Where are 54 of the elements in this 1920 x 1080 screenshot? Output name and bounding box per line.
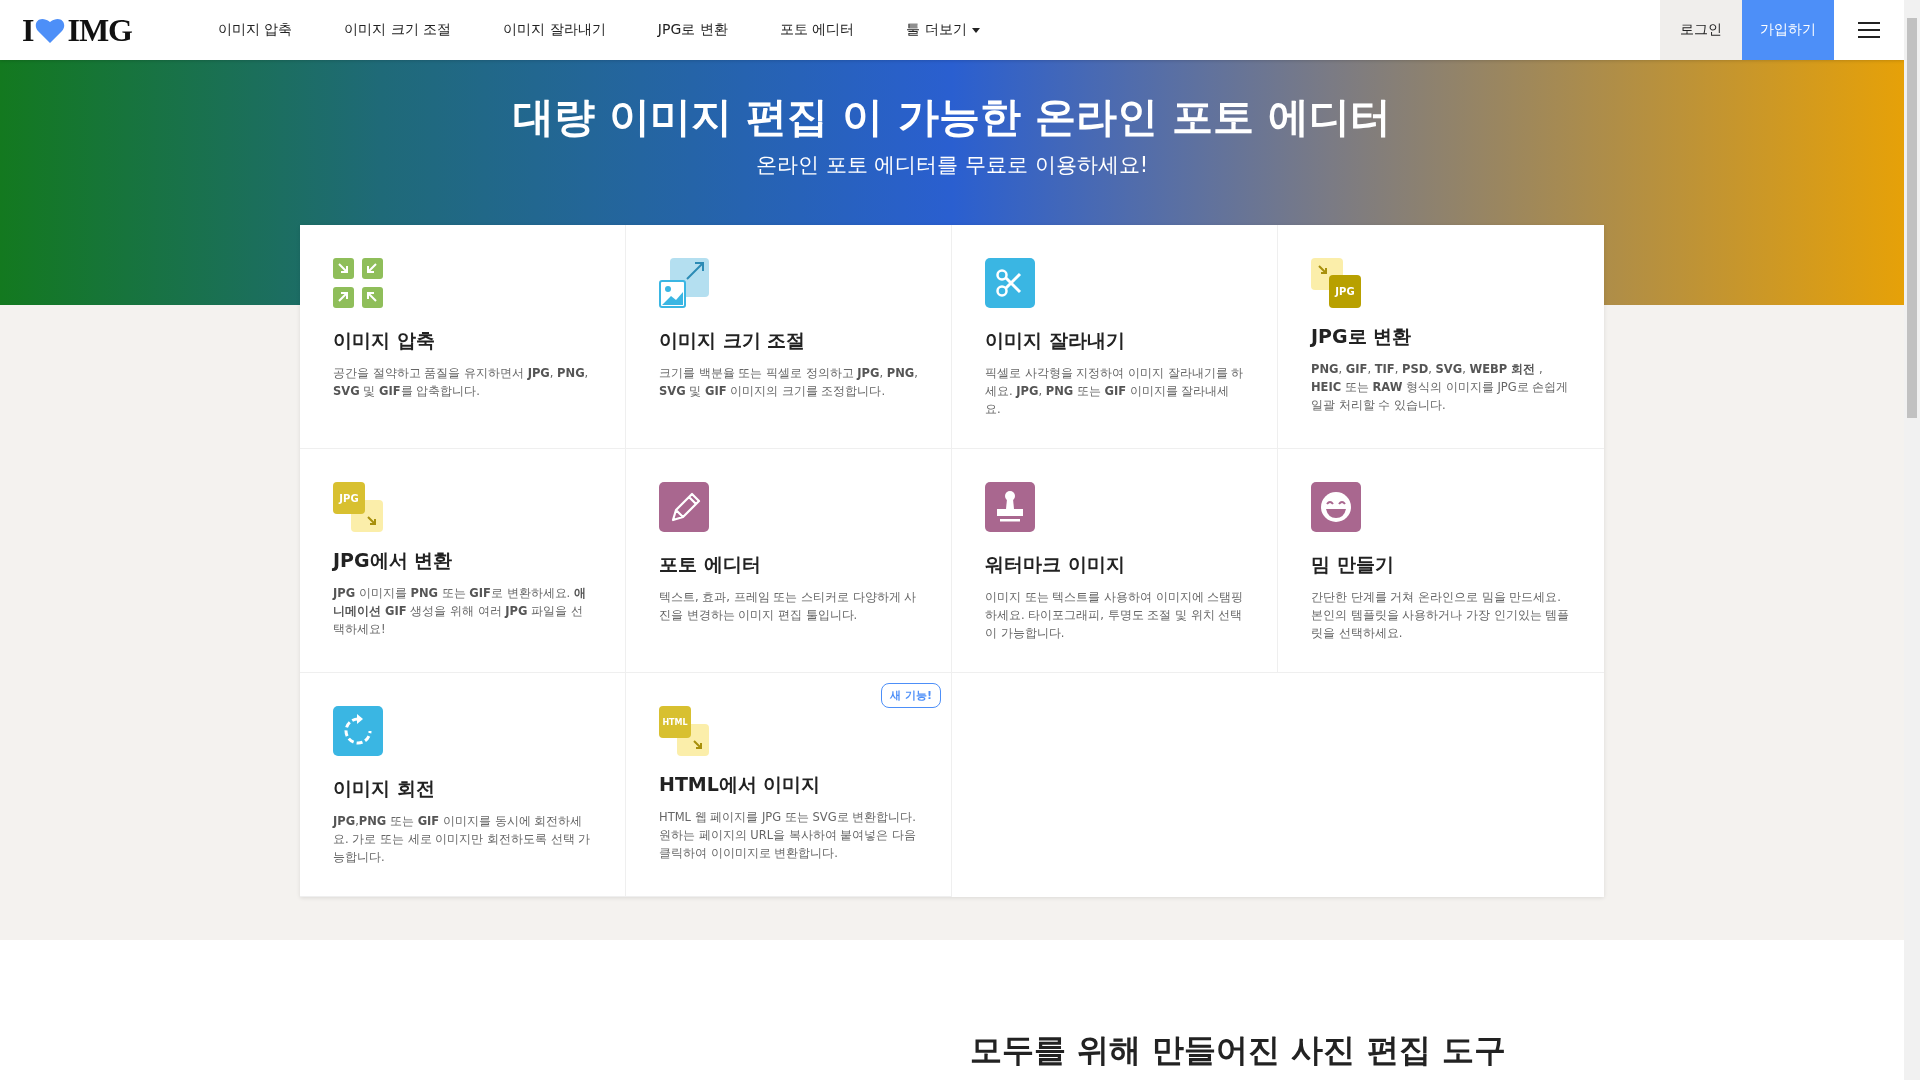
tool-description: 간단한 단계를 거쳐 온라인으로 밈을 만드세요. 본인의 템플릿을 사용하거나 가장 인기있는 템플릿을 선택하세요. xyxy=(1311,589,1571,642)
laughing-face-icon xyxy=(1311,482,1361,532)
section-heading: 모두를 위해 만들어진 사진 편집 도구 xyxy=(969,1032,1506,1071)
new-badge: 새 기능! xyxy=(881,683,941,708)
tool-description: 이미지 또는 텍스트를 사용하여 이미지에 스탬핑하세요. 타이포그래피, 투명도 조절 및 위치 선택이 가능합니다. xyxy=(985,589,1245,642)
stamp-icon xyxy=(985,482,1035,532)
tool-card[interactable]: 이미지 잘라내기 픽셀로 사각형을 지정하여 이미지 잘라내기를 하세요. JPG, PNG 또는 GIF 이미지를 잘라내세요. xyxy=(952,225,1278,449)
tool-card[interactable]: 밈 만들기 간단한 단계를 거쳐 온라인으로 밈을 만드세요. 본인의 템플릿을 사용하거나 가장 인기있는 템플릿을 선택하세요. xyxy=(1278,449,1604,673)
tool-card[interactable]: JPG JPG에서 변환 JPG 이미지를 PNG 또는 GIF로 변환하세요. 애니메이션 GIF 생성을 위해 여러 JPG 파일을 선택하세요! xyxy=(300,449,626,673)
tool-description: HTML 웹 페이지를 JPG 또는 SVG로 변환합니다. 원하는 페이지의 URL을 복사하여 붙여넣은 다음 클릭하여 이이미지로 변환합니다. xyxy=(659,809,918,862)
resize-icon xyxy=(659,258,709,308)
login-button[interactable]: 로그인 xyxy=(1660,0,1742,60)
tool-title: JPG에서 변환 xyxy=(333,548,454,573)
nav-link[interactable]: 툴 더보기 xyxy=(880,21,1006,39)
logo[interactable]: I IMG xyxy=(0,0,192,60)
tool-description: JPG 이미지를 PNG 또는 GIF로 변환하세요. 애니메이션 GIF 생성을 위해 여러 JPG 파일을 선택하세요! xyxy=(333,585,587,638)
rotate-icon xyxy=(333,706,383,756)
tool-title: 이미지 크기 조절 xyxy=(659,328,807,353)
tool-card[interactable]: 이미지 압축 공간을 절약하고 품질을 유지하면서 JPG, PNG, SVG 및 GIF를 압축합니다. xyxy=(300,225,626,449)
nav-link[interactable]: 이미지 압축 xyxy=(192,21,319,39)
scissors-icon xyxy=(985,258,1035,308)
tool-title: HTML에서 이미지 xyxy=(659,772,822,797)
tool-description: 픽셀로 사각형을 지정하여 이미지 잘라내기를 하세요. JPG, PNG 또는 GIF 이미지를 잘라내세요. xyxy=(985,365,1245,418)
tool-title: JPG로 변환 xyxy=(1311,324,1413,349)
caret-icon xyxy=(971,27,980,33)
nav-link[interactable]: 이미지 크기 조절 xyxy=(318,21,478,39)
tool-card[interactable]: 이미지 회전 JPG,PNG 또는 GIF 이미지를 동시에 회전하세요. 가로 또는 세로 이미지만 회전하도록 선택 가능합니다. xyxy=(300,673,626,897)
tool-card[interactable]: HTML 새 기능! HTML에서 이미지 HTML 웹 페이지를 JPG 또는 SVG로 변환합니다. 원하는 페이지의 URL을 복사하여 붙여넣은 다음 클릭하여 이이미지로 변환합니다. xyxy=(626,673,952,897)
nav-link[interactable]: 포토 에디터 xyxy=(753,21,881,39)
tool-title: 이미지 잘라내기 xyxy=(985,328,1126,353)
tool-description: 공간을 절약하고 품질을 유지하면서 JPG, PNG, SVG 및 GIF를 압축합니다. xyxy=(333,365,590,400)
nav-link[interactable]: 이미지 잘라내기 xyxy=(477,21,632,39)
tool-card[interactable]: 이미지 크기 조절 크기를 백분율 또는 픽셀로 정의하고 JPG, PNG, SVG 및 GIF 이미지의 크기를 조정합니다. xyxy=(626,225,952,449)
menu-icon[interactable] xyxy=(1858,22,1880,38)
tool-description: JPG,PNG 또는 GIF 이미지를 동시에 회전하세요. 가로 또는 세로 이미지만 회전하도록 선택 가능합니다. xyxy=(333,813,592,866)
tool-card[interactable]: 포토 에디터 텍스트, 효과, 프레임 또는 스티커로 다양하게 사진을 변경하는 이미지 편집 툴입니다. xyxy=(626,449,952,673)
tool-title: 포토 에디터 xyxy=(659,552,762,577)
hero-title: 대량 이미지 편집 이 가능한 온라인 포토 에디터 xyxy=(512,92,1392,143)
tool-title: 이미지 회전 xyxy=(333,776,436,801)
nav-link[interactable]: JPG로 변환 xyxy=(631,21,754,39)
logo-text: I xyxy=(22,11,34,49)
tool-title: 워터마크 이미지 xyxy=(985,552,1126,577)
tool-description: PNG, GIF, TIF, PSD, SVG, WEBP 회전 , HEIC 또는 RAW 형식의 이미지를 JPG로 손쉽게 일괄 처리할 수 있습니다. xyxy=(1311,361,1570,414)
compress-icon xyxy=(333,258,383,308)
tool-title: 밈 만들기 xyxy=(1311,552,1395,577)
pencil-icon xyxy=(659,482,709,532)
tool-card[interactable]: 워터마크 이미지 이미지 또는 텍스트를 사용하여 이미지에 스탬핑하세요. 타이포그래피, 투명도 조절 및 위치 선택이 가능합니다. xyxy=(952,449,1278,673)
tool-description: 텍스트, 효과, 프레임 또는 스티커로 다양하게 사진을 변경하는 이미지 편집 툴입니다. xyxy=(659,589,918,624)
tool-card[interactable]: JPG JPG로 변환 PNG, GIF, TIF, PSD, SVG, WEBP 회전 , HEIC 또는 RAW 형식의 이미지를 JPG로 손쉽게 일괄 처리할 수 있습니다. xyxy=(1278,225,1604,449)
logo-text: IMG xyxy=(67,11,132,49)
heart-icon xyxy=(35,16,66,44)
tool-description: 크기를 백분율 또는 픽셀로 정의하고 JPG, PNG, SVG 및 GIF 이미지의 크기를 조정합니다. xyxy=(659,365,919,400)
tool-title: 이미지 압축 xyxy=(333,328,436,353)
hero-subtitle: 온라인 포토 에디터를 무료로 이용하세요! xyxy=(755,152,1149,179)
